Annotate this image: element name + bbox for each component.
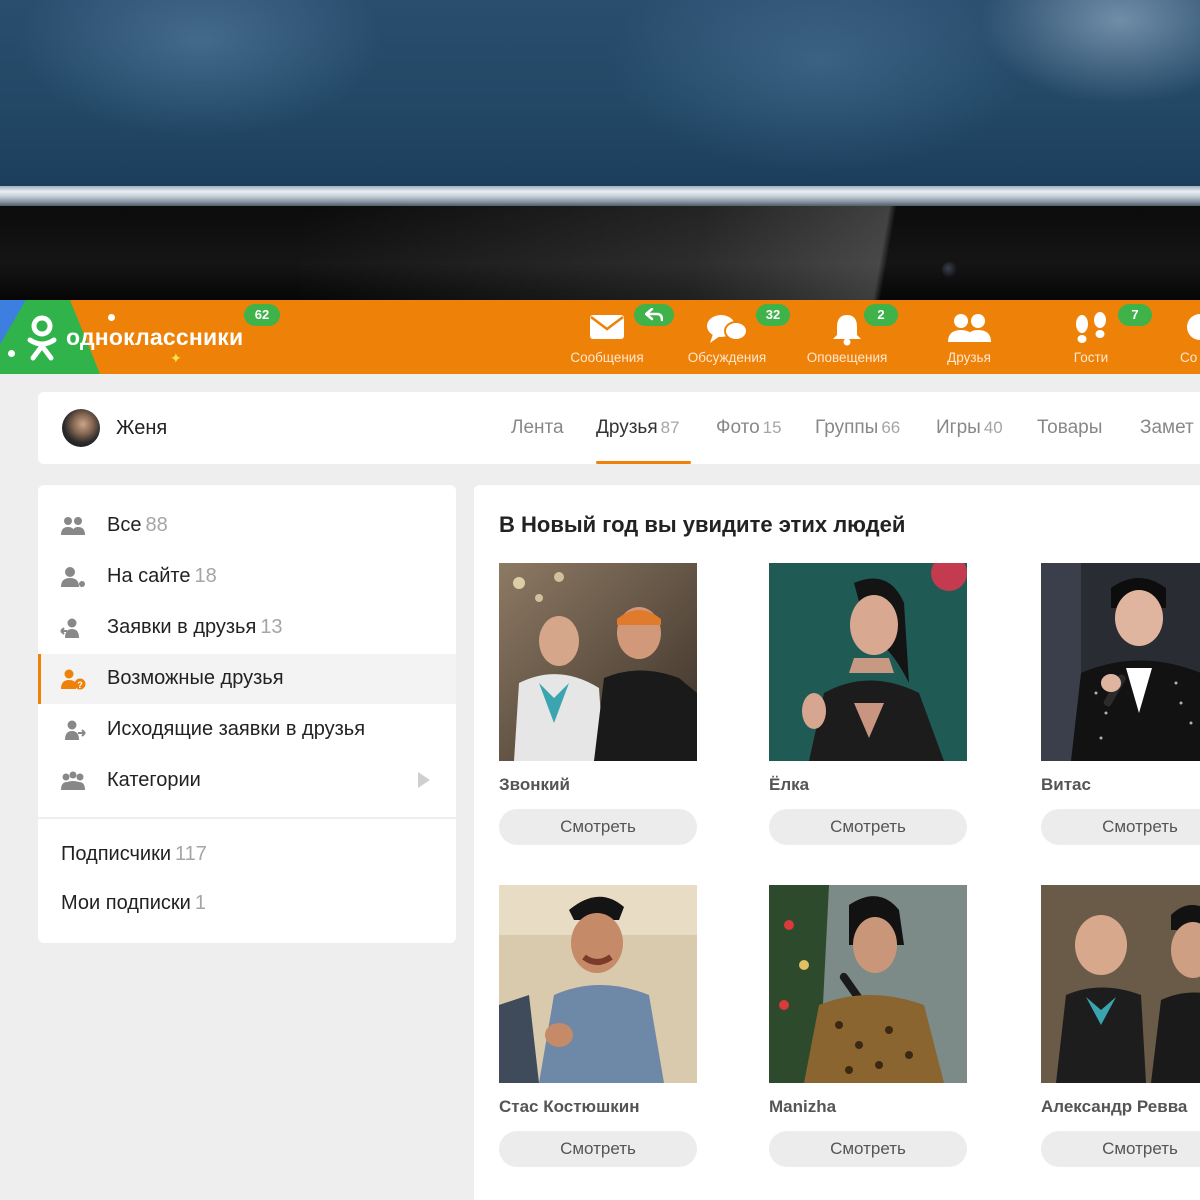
watch-button[interactable]: Смотреть bbox=[499, 1131, 697, 1167]
envelope-icon bbox=[590, 315, 624, 339]
person-online-icon bbox=[61, 567, 85, 587]
sidebar-item-subscriptions[interactable]: Мои подписки 1 bbox=[61, 892, 206, 915]
outgoing-request-icon bbox=[65, 720, 86, 740]
device-bezel bbox=[0, 206, 1200, 302]
friends-icon bbox=[948, 314, 991, 342]
categories-icon bbox=[61, 771, 85, 790]
user-name[interactable]: Женя bbox=[116, 417, 167, 440]
nav-label: Обсуждения bbox=[687, 350, 767, 365]
sidebar-item-label: На сайте 18 bbox=[107, 565, 217, 587]
decoration-dot bbox=[108, 314, 115, 321]
person-name[interactable]: Manizha bbox=[769, 1097, 836, 1117]
section-title: В Новый год вы увидите этих людей bbox=[499, 512, 906, 537]
tab-photos[interactable]: Фото 15 bbox=[716, 417, 782, 439]
chat-bubbles-icon bbox=[707, 315, 748, 343]
nav-more[interactable]: Co bbox=[1150, 300, 1200, 374]
device-frame-edge bbox=[0, 186, 1200, 208]
friends-sidebar: Все 88 На сайте 18 Заявки в друзья 13 ? Воз… bbox=[38, 485, 456, 943]
notifications-badge: 2 bbox=[864, 304, 898, 326]
svg-text:?: ? bbox=[77, 680, 83, 690]
tab-label: Замет bbox=[1140, 417, 1194, 438]
watch-button[interactable]: Смотреть bbox=[1041, 809, 1200, 845]
person-name[interactable]: Стас Костюшкин bbox=[499, 1097, 639, 1117]
screen-glare bbox=[300, 206, 1020, 302]
tab-count: 40 bbox=[983, 418, 1003, 437]
discussions-badge: 32 bbox=[756, 304, 790, 326]
avatar[interactable] bbox=[62, 409, 100, 447]
person-name[interactable]: Ёлка bbox=[769, 775, 809, 795]
nav-label: Друзья bbox=[947, 350, 991, 365]
site-name[interactable]: одноклассники bbox=[66, 324, 243, 351]
divider bbox=[38, 817, 456, 819]
watch-button[interactable]: Смотреть bbox=[499, 809, 697, 845]
tab-friends[interactable]: Друзья 87 bbox=[596, 417, 680, 439]
tab-games[interactable]: Игры 40 bbox=[936, 417, 1003, 439]
webcam-icon bbox=[942, 262, 958, 278]
tab-groups[interactable]: Группы 66 bbox=[815, 417, 900, 439]
watch-button[interactable]: Смотреть bbox=[769, 809, 967, 845]
tab-count: 15 bbox=[762, 418, 782, 437]
tab-label: Группы bbox=[815, 417, 879, 438]
tab-count: 87 bbox=[660, 418, 680, 437]
guests-badge: 7 bbox=[1118, 304, 1152, 326]
sidebar-item-label: Возможные друзья bbox=[107, 667, 284, 689]
person-photo[interactable] bbox=[769, 885, 967, 1083]
footprints-icon bbox=[1076, 312, 1106, 343]
person-photo[interactable] bbox=[1041, 563, 1200, 761]
nav-label: Co bbox=[1180, 350, 1198, 365]
person-photo[interactable] bbox=[1041, 885, 1200, 1083]
tab-label: Игры bbox=[936, 417, 981, 438]
tab-label: Фото bbox=[716, 417, 760, 438]
person-photo[interactable] bbox=[769, 563, 967, 761]
active-tab-indicator bbox=[596, 461, 691, 464]
sidebar-item-possible-friends[interactable]: ? Возможные друзья bbox=[38, 654, 456, 704]
watch-button[interactable]: Смотреть bbox=[769, 1131, 967, 1167]
tab-label: Друзья bbox=[596, 417, 658, 438]
sidebar-item-subscribers[interactable]: Подписчики 117 bbox=[61, 843, 207, 866]
nav-label: Сообщения bbox=[570, 350, 644, 365]
ok-logo-icon[interactable] bbox=[24, 314, 60, 362]
sidebar-item-categories[interactable]: Категории bbox=[38, 756, 456, 806]
sidebar-item-outgoing[interactable]: Исходящие заявки в друзья bbox=[38, 705, 456, 755]
incoming-request-icon bbox=[60, 618, 79, 638]
sidebar-item-label: Все 88 bbox=[107, 514, 168, 536]
reply-arrow-icon bbox=[644, 307, 664, 322]
tab-label: Товары bbox=[1037, 417, 1103, 438]
decoration-star-icon: ✦ bbox=[170, 350, 182, 366]
photo-backdrop bbox=[0, 0, 1200, 190]
decoration-dot bbox=[8, 350, 15, 357]
person-name[interactable]: Витас bbox=[1041, 775, 1091, 795]
main-content: В Новый год вы увидите этих людей Звонки… bbox=[474, 485, 1200, 1200]
profile-header: Женя Лента Друзья 87 Фото 15 Группы 66 Игры… bbox=[38, 392, 1200, 464]
circle-icon bbox=[1187, 314, 1200, 340]
top-navigation-bar: одноклассники ✦ Сообщения Обсуждения 32 … bbox=[0, 300, 1200, 374]
person-name[interactable]: Александр Ревва bbox=[1041, 1097, 1187, 1117]
person-photo[interactable] bbox=[499, 563, 697, 761]
bell-icon bbox=[833, 315, 861, 346]
tab-label: Лента bbox=[511, 417, 564, 438]
possible-friend-icon: ? bbox=[61, 669, 86, 690]
people-icon bbox=[61, 517, 85, 535]
sidebar-item-all[interactable]: Все 88 bbox=[38, 501, 456, 551]
sidebar-item-label: Исходящие заявки в друзья bbox=[107, 718, 366, 740]
sidebar-item-online[interactable]: На сайте 18 bbox=[38, 552, 456, 602]
nav-friends[interactable]: Друзья bbox=[910, 300, 1028, 374]
tab-goods[interactable]: Товары bbox=[1037, 417, 1102, 439]
tab-feed[interactable]: Лента bbox=[511, 417, 564, 439]
expand-arrow-icon[interactable] bbox=[418, 772, 430, 788]
nav-label: Гости bbox=[1073, 350, 1109, 365]
sidebar-item-label: Заявки в друзья 13 bbox=[107, 616, 283, 638]
sidebar-item-label: Категории bbox=[107, 769, 201, 791]
person-photo[interactable] bbox=[499, 885, 697, 1083]
watch-button[interactable]: Смотреть bbox=[1041, 1131, 1200, 1167]
sidebar-item-requests[interactable]: Заявки в друзья 13 bbox=[38, 603, 456, 653]
nav-label: Оповещения bbox=[806, 350, 888, 365]
tab-notes[interactable]: Замет bbox=[1140, 417, 1194, 439]
logo-badge: 62 bbox=[244, 304, 280, 326]
person-name[interactable]: Звонкий bbox=[499, 775, 570, 795]
tab-count: 66 bbox=[881, 418, 901, 437]
